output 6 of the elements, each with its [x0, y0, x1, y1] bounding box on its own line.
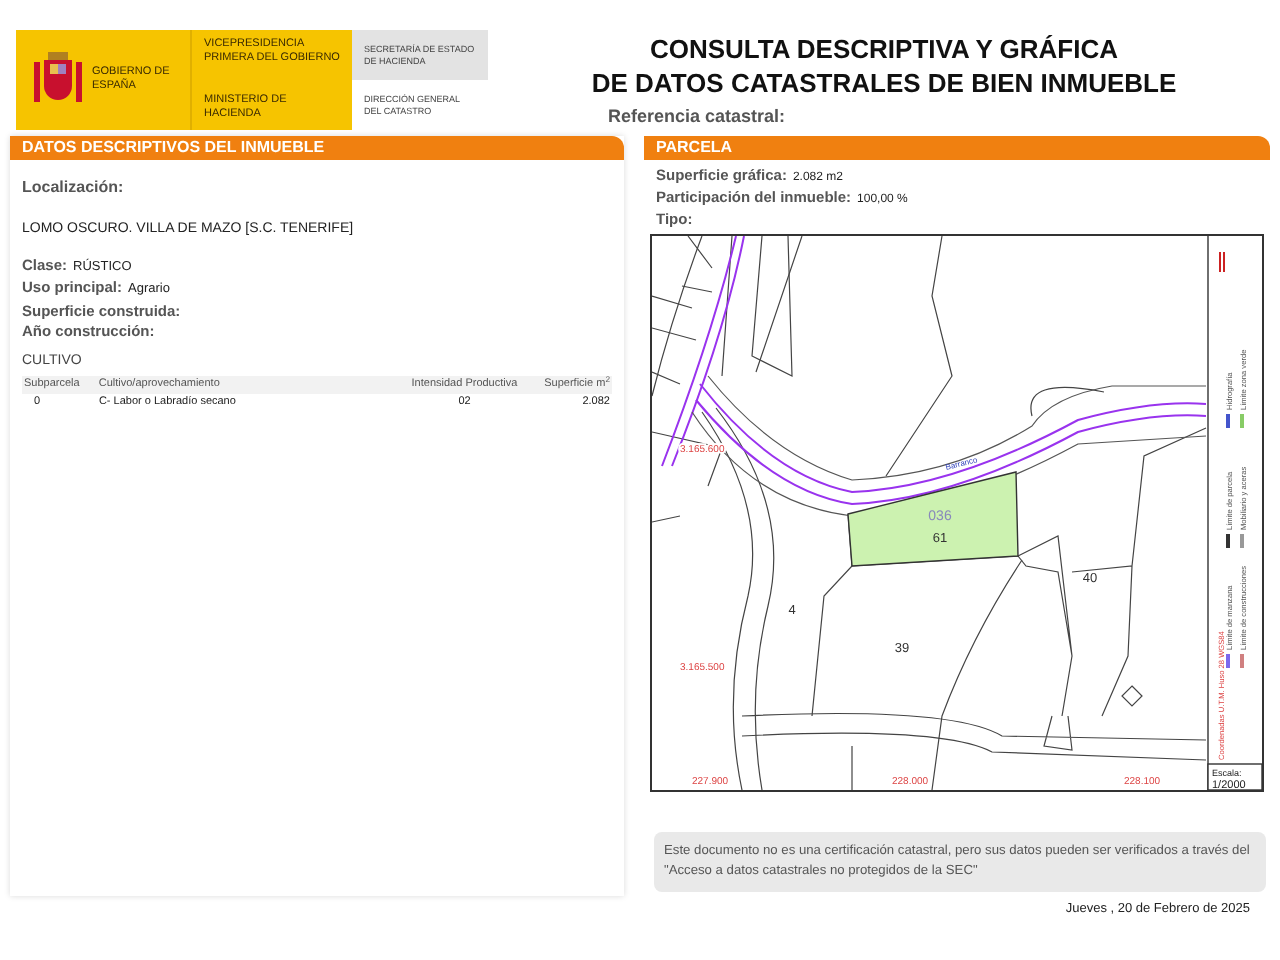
reference-label: Referencia catastral:: [608, 104, 786, 130]
location-label: Localización:: [22, 176, 126, 200]
section-heading: DATOS DESCRIPTIVOS DEL INMUEBLE: [10, 136, 624, 160]
document-title: CONSULTA DESCRIPTIVA Y GRÁFICA: [649, 32, 1118, 66]
document-title: DE DATOS CATASTRALES DE BIEN INMUEBLE: [591, 66, 1177, 100]
section-heading: PARCELA: [644, 136, 1270, 160]
